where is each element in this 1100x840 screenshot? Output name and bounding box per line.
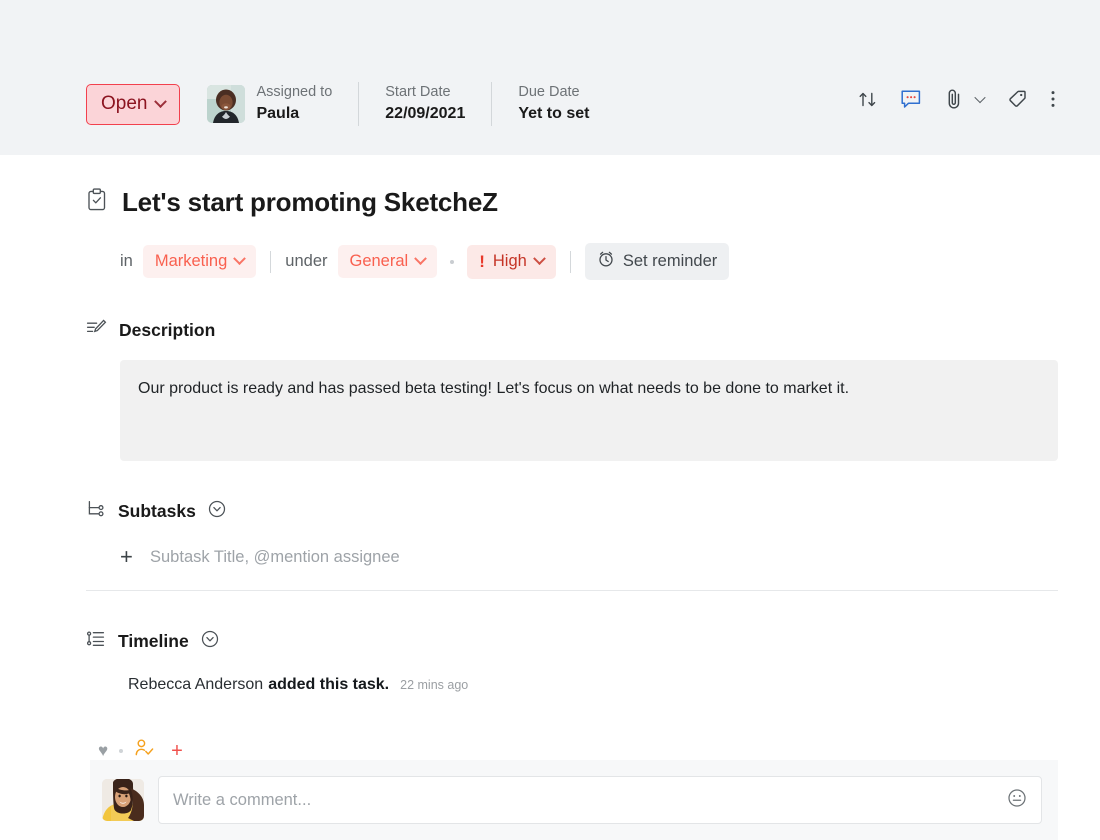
subtasks-section-header: Subtasks <box>0 499 1100 524</box>
assignee-block[interactable]: Assigned to Paula <box>207 83 332 124</box>
chevron-down-icon <box>233 252 246 265</box>
alarm-clock-icon <box>597 250 615 273</box>
assignee-label: Assigned to <box>256 83 332 103</box>
comment-input[interactable]: Write a comment... <box>158 776 1042 824</box>
due-date-label: Due Date <box>518 83 589 103</box>
priority-dropdown[interactable]: ! High <box>467 245 556 279</box>
priority-exclamation-icon: ! <box>479 252 485 272</box>
reorder-icon[interactable] <box>857 89 878 110</box>
project-dropdown[interactable]: Marketing <box>143 245 256 278</box>
current-user-avatar <box>102 779 144 821</box>
set-reminder-button[interactable]: Set reminder <box>585 243 729 280</box>
header-action-icons <box>857 88 1056 110</box>
subtasks-collapse-toggle[interactable] <box>208 500 226 523</box>
more-options-icon[interactable] <box>1050 88 1056 110</box>
add-subtask-button[interactable]: + <box>120 546 150 568</box>
attachment-icon[interactable] <box>945 88 964 110</box>
due-date-block[interactable]: Due Date Yet to set <box>518 83 589 124</box>
clipboard-check-icon <box>86 188 108 217</box>
chevron-down-icon <box>155 95 168 108</box>
timeline-actor: Rebecca Anderson <box>128 676 263 694</box>
timeline-timestamp: 22 mins ago <box>400 678 468 692</box>
task-title-row: Let's start promoting SketcheZ <box>0 155 1100 218</box>
divider <box>270 251 271 273</box>
task-header-bar: Open Assigned to Paula <box>0 0 1100 155</box>
start-date-value: 22/09/2021 <box>385 103 465 125</box>
description-section-header: Description <box>0 318 1100 343</box>
timeline-entry: Rebecca Anderson added this task. 22 min… <box>128 676 1100 694</box>
comment-bar: Write a comment... <box>90 760 1058 840</box>
description-heading: Description <box>119 320 215 341</box>
avatar <box>207 85 245 123</box>
chevron-down-icon <box>533 252 546 265</box>
dot-separator <box>119 749 123 753</box>
header-meta-row: Open Assigned to Paula <box>86 78 589 130</box>
timeline-icon <box>86 629 106 654</box>
description-text[interactable]: Our product is ready and has passed beta… <box>120 360 1058 461</box>
timeline-section-header: Timeline <box>0 629 1100 654</box>
assignee-name: Paula <box>256 103 332 125</box>
add-subtask-row[interactable]: + Subtask Title, @mention assignee <box>120 546 1058 590</box>
under-label: under <box>285 252 327 271</box>
project-label: Marketing <box>155 252 227 271</box>
timeline-heading: Timeline <box>118 631 189 652</box>
divider <box>358 82 359 126</box>
task-meta-row: in Marketing under General ! High <box>0 218 1100 280</box>
comment-placeholder: Write a comment... <box>173 791 311 810</box>
subtask-title-input[interactable]: Subtask Title, @mention assignee <box>150 548 1058 567</box>
description-edit-icon <box>86 318 107 343</box>
status-label: Open <box>101 93 147 115</box>
emoji-icon[interactable] <box>1007 788 1027 813</box>
task-detail-body: Let's start promoting SketcheZ in Market… <box>0 155 1100 763</box>
set-reminder-label: Set reminder <box>623 252 717 271</box>
timeline-action: added this task. <box>268 676 389 694</box>
attachment-dropdown-icon[interactable] <box>974 92 985 103</box>
timeline-collapse-toggle[interactable] <box>201 630 219 653</box>
dot-separator <box>450 260 454 264</box>
list-label: General <box>350 252 409 271</box>
subtask-branch-icon <box>86 499 106 524</box>
divider <box>86 590 1058 591</box>
in-label: in <box>120 252 133 271</box>
status-dropdown[interactable]: Open <box>86 84 180 125</box>
add-reaction-button[interactable]: + <box>171 741 183 761</box>
list-dropdown[interactable]: General <box>338 245 438 278</box>
divider <box>491 82 492 126</box>
tag-icon[interactable] <box>1006 88 1028 110</box>
chevron-down-icon <box>414 252 427 265</box>
heart-icon[interactable]: ♥ <box>98 741 108 761</box>
due-date-value: Yet to set <box>518 103 589 125</box>
start-date-label: Start Date <box>385 83 465 103</box>
page-title: Let's start promoting SketcheZ <box>122 187 498 218</box>
subtasks-heading: Subtasks <box>118 501 196 522</box>
start-date-block[interactable]: Start Date 22/09/2021 <box>385 83 465 124</box>
divider <box>570 251 571 273</box>
comment-icon[interactable] <box>900 88 923 110</box>
priority-label: High <box>493 252 527 271</box>
